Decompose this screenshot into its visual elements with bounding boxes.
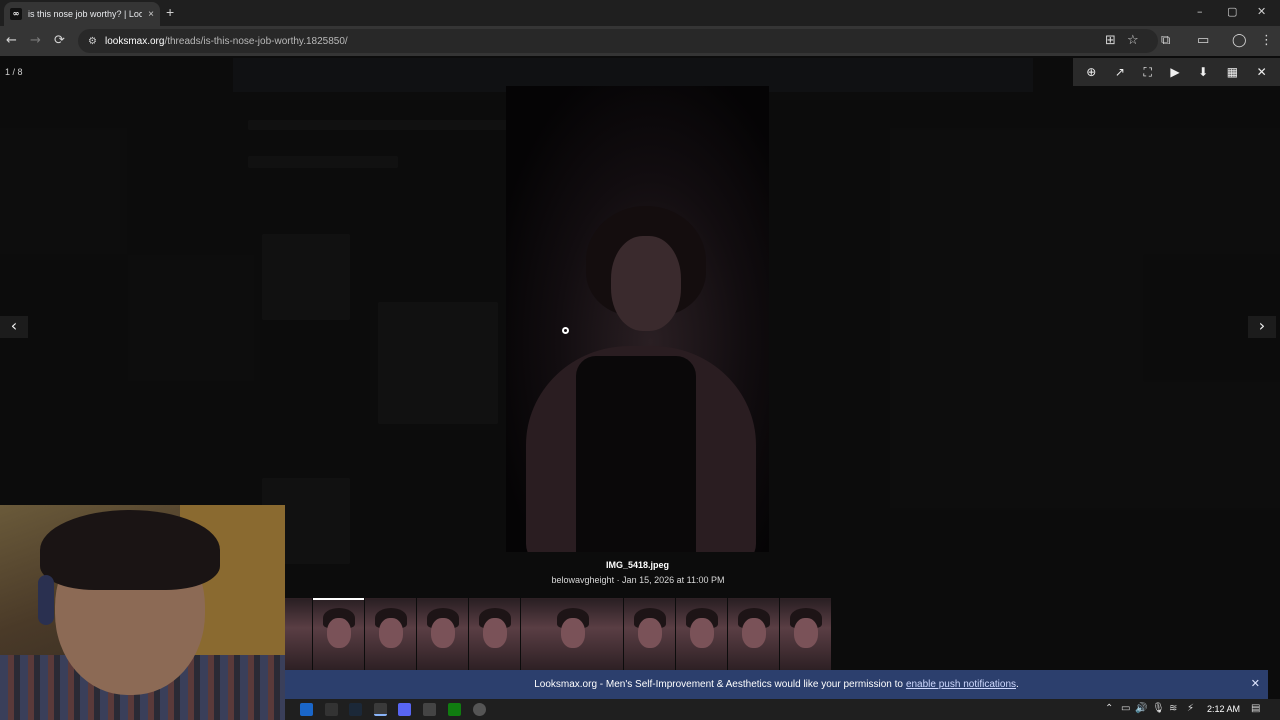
split-view-icon[interactable]: ▭ — [1197, 33, 1209, 49]
photo-face-shape — [611, 236, 681, 331]
chrome-icon[interactable] — [374, 703, 387, 716]
thumb-face — [690, 618, 714, 648]
steam-icon[interactable] — [349, 703, 362, 716]
back-icon[interactable]: ← — [6, 33, 17, 49]
thumb-face — [483, 618, 507, 648]
thumb-face — [327, 618, 351, 648]
thumb-face — [561, 618, 585, 648]
volume-icon[interactable]: 🔊 — [1135, 703, 1147, 714]
webcam-headset — [38, 575, 54, 625]
image-filename: IMG_5418.jpeg — [605, 560, 670, 570]
thumbnail[interactable] — [728, 598, 779, 670]
thumbnail[interactable] — [521, 598, 623, 670]
push-notice-text: Looksmax.org - Men's Self-Improvement & … — [534, 679, 903, 690]
browser-menu-icon[interactable]: ⋮ — [1260, 33, 1273, 49]
calculator-icon[interactable] — [423, 703, 436, 716]
browser-tab[interactable]: ∞ is this nose job worthy? | Looksmax × — [4, 2, 160, 26]
next-image-button[interactable]: › — [1248, 316, 1276, 338]
lightbox-close-icon[interactable]: ✕ — [1257, 65, 1267, 79]
webcam-overlay — [0, 505, 285, 720]
network-icon[interactable]: ⚡ — [1187, 703, 1194, 714]
thumbnail[interactable] — [469, 598, 520, 670]
image-meta: belowavgheight · Jan 15, 2026 at 11:00 P… — [551, 575, 725, 585]
browser-toolbar: ← → ⟳ ⚙ looksmax.org /threads/is-this-no… — [0, 26, 1280, 56]
notification-center-icon[interactable]: ▤ — [1251, 703, 1260, 714]
thumb-face — [379, 618, 403, 648]
open-in-new-icon[interactable]: ↗ — [1115, 65, 1125, 79]
url-host: looksmax.org — [104, 35, 165, 47]
thumbnail[interactable] — [676, 598, 727, 670]
discord-icon[interactable] — [398, 703, 411, 716]
push-notification-banner: Looksmax.org - Men's Self-Improvement & … — [285, 670, 1268, 699]
thumbnails-grid-icon[interactable]: ▦ — [1227, 65, 1238, 79]
webcam-hair — [40, 510, 220, 590]
profile-icon[interactable]: ◯ — [1232, 33, 1247, 49]
thumbnail[interactable] — [780, 598, 831, 670]
star-app-icon[interactable] — [325, 703, 338, 716]
reload-icon[interactable]: ⟳ — [54, 33, 65, 49]
new-tab-icon[interactable]: + — [166, 4, 174, 20]
battery-icon[interactable]: ▭ — [1121, 703, 1130, 714]
lightbox-main-image — [506, 86, 769, 552]
minimize-icon[interactable]: – — [1197, 5, 1203, 18]
maximize-icon[interactable]: ▢ — [1227, 5, 1237, 18]
tab-title: is this nose job worthy? | Looksmax — [28, 9, 143, 19]
thumb-face — [742, 618, 766, 648]
thumb-face — [638, 618, 662, 648]
extensions-icon[interactable]: ⧉ — [1161, 33, 1170, 49]
install-app-icon[interactable]: ⊞ — [1105, 33, 1116, 49]
window-close-icon[interactable]: ✕ — [1257, 5, 1266, 18]
taskbar-clock[interactable]: 2:12 AM — [1207, 704, 1240, 714]
push-banner-close-icon[interactable]: ✕ — [1251, 677, 1260, 690]
thumbnail[interactable] — [365, 598, 416, 670]
thumbnail[interactable] — [624, 598, 675, 670]
fullscreen-icon[interactable]: ⛶ — [1143, 65, 1151, 80]
lightbox-toolbar: ⊕ ↗ ⛶ ▶ ⬇ ▦ ✕ — [1073, 58, 1280, 86]
address-bar[interactable]: ⚙ looksmax.org /threads/is-this-nose-job… — [78, 29, 1158, 53]
looksmax-favicon-icon: ∞ — [10, 8, 22, 20]
enable-push-link[interactable]: enable push notifications — [906, 679, 1016, 690]
thumbnail-active[interactable] — [313, 598, 364, 670]
download-icon[interactable]: ⬇ — [1198, 65, 1208, 79]
zoom-icon[interactable]: ⊕ — [1086, 65, 1096, 79]
wifi-icon[interactable]: ≋ — [1169, 703, 1177, 714]
tray-chevron-icon[interactable]: ⌃ — [1105, 703, 1113, 714]
thumbnail[interactable] — [285, 598, 312, 670]
thumbnail-strip — [285, 598, 1280, 670]
obs-icon[interactable] — [473, 703, 486, 716]
forward-icon[interactable]: → — [30, 33, 41, 49]
site-info-icon[interactable]: ⚙ — [88, 36, 97, 47]
push-notice-suffix: . — [1016, 679, 1019, 690]
bookmark-star-icon[interactable]: ☆ — [1127, 33, 1139, 49]
microphone-icon[interactable]: 🎙 — [1152, 703, 1165, 714]
thumb-face — [431, 618, 455, 648]
screen: ∞ is this nose job worthy? | Looksmax × … — [0, 0, 1280, 720]
mouse-cursor-icon — [562, 327, 569, 334]
xbox-icon[interactable] — [448, 703, 461, 716]
windows-taskbar: ⌃ ▭ 🔊 🎙 ≋ ⚡ 2:12 AM ▤ — [285, 699, 1280, 720]
tab-close-icon[interactable]: × — [148, 9, 154, 20]
thumbnail[interactable] — [417, 598, 468, 670]
outlook-icon[interactable] — [300, 703, 313, 716]
url-path: /threads/is-this-nose-job-worthy.1825850… — [164, 35, 348, 47]
thumb-face — [794, 618, 818, 648]
image-counter: 1 / 8 — [5, 67, 23, 77]
browser-tab-strip: ∞ is this nose job worthy? | Looksmax × … — [0, 0, 1280, 26]
photo-tanktop-shape — [576, 356, 696, 552]
previous-image-button[interactable]: ‹ — [0, 316, 28, 338]
slideshow-play-icon[interactable]: ▶ — [1170, 65, 1179, 79]
